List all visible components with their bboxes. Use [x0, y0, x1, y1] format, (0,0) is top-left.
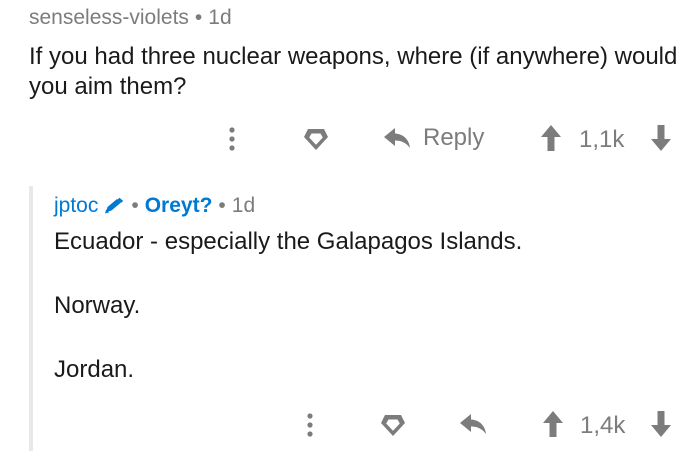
pencil-icon	[105, 197, 124, 214]
reply-score: 1,4k	[580, 412, 626, 439]
downvote-arrow-icon	[651, 125, 671, 151]
parent-award-button[interactable]	[302, 126, 330, 152]
meta-separator: •	[218, 194, 226, 217]
downvote-arrow-icon	[651, 411, 671, 437]
reply-age: 1d	[231, 194, 256, 217]
parent-downvote-button[interactable]	[650, 124, 672, 152]
reply-downvote-button[interactable]	[650, 410, 672, 438]
reply-reply-button[interactable]	[459, 411, 487, 437]
reply-meta: jptoc • Oreyt? • 1d	[54, 194, 255, 218]
reply-body-line: Ecuador - especially the Galapagos Islan…	[54, 228, 523, 255]
parent-score: 1,1k	[579, 126, 625, 153]
reply-award-button[interactable]	[379, 412, 407, 438]
award-icon	[304, 129, 328, 150]
reply-author[interactable]: jptoc	[54, 194, 98, 218]
user-flair: Oreyt?	[144, 194, 213, 217]
parent-age: 1d	[208, 6, 232, 29]
parent-reply-button[interactable]: Reply	[383, 124, 484, 152]
parent-upvote-button[interactable]	[540, 124, 562, 152]
parent-action-bar: Reply 1,1k	[0, 118, 700, 158]
parent-more-button[interactable]	[226, 126, 238, 152]
reply-arrow-icon	[460, 414, 486, 434]
parent-body: If you had three nuclear weapons, where …	[29, 43, 678, 100]
upvote-arrow-icon	[541, 125, 561, 151]
reply-more-button[interactable]	[304, 412, 316, 438]
vertical-dots-icon	[307, 413, 313, 437]
reply-action-bar: 1,4k	[0, 404, 700, 444]
award-icon	[381, 415, 405, 436]
parent-meta: senseless-violets • 1d	[29, 6, 232, 30]
reply-body-line: Jordan.	[54, 356, 135, 383]
parent-author[interactable]: senseless-violets	[29, 6, 189, 29]
meta-separator: •	[194, 6, 203, 29]
reply-upvote-button[interactable]	[542, 410, 564, 438]
vertical-dots-icon	[229, 127, 235, 151]
reddit-comment-thread: senseless-violets • 1d If you had three nu…	[0, 0, 700, 451]
reply-label: Reply	[423, 124, 485, 151]
meta-separator: •	[131, 194, 139, 217]
reply-arrow-icon	[384, 128, 410, 148]
upvote-arrow-icon	[543, 411, 563, 437]
reply-body-line: Norway.	[54, 292, 141, 319]
